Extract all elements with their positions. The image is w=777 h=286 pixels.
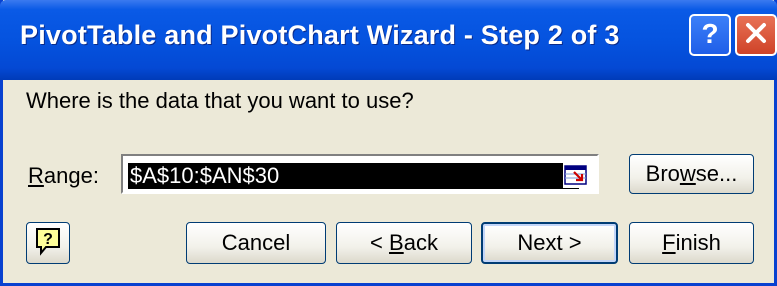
assistant-help-icon: ? — [34, 226, 62, 261]
close-x-icon — [744, 21, 768, 50]
close-button[interactable] — [735, 14, 777, 56]
range-value[interactable]: $A$10:$AN$30 — [128, 163, 580, 189]
range-label: Range: — [28, 163, 99, 189]
prompt-text: Where is the data that you want to use? — [26, 88, 414, 113]
back-label-post: ack — [403, 230, 438, 255]
dialog-body: Where is the data that you want to use? … — [3, 80, 774, 283]
range-label-rest: ange: — [43, 163, 99, 188]
range-collapse-icon[interactable] — [563, 162, 589, 188]
svg-text:?: ? — [701, 18, 718, 48]
back-label-pre: < — [370, 230, 390, 255]
assistant-help-button[interactable]: ? — [26, 222, 70, 264]
browse-label-accesskey: w — [679, 161, 696, 186]
window-title: PivotTable and PivotChart Wizard - Step … — [20, 20, 620, 50]
wizard-dialog: PivotTable and PivotChart Wizard - Step … — [0, 0, 777, 286]
back-button[interactable]: < Back — [336, 222, 472, 264]
browse-label-post: se... — [695, 161, 738, 186]
next-button[interactable]: Next > — [481, 222, 618, 264]
finish-button[interactable]: Finish — [629, 222, 754, 264]
range-input[interactable]: $A$10:$AN$30 — [121, 154, 599, 194]
finish-label-accesskey: F — [662, 230, 676, 255]
range-label-accesskey: R — [28, 163, 44, 188]
cancel-button[interactable]: Cancel — [186, 222, 326, 264]
finish-label-post: inish — [675, 230, 721, 255]
back-label-accesskey: B — [389, 230, 404, 255]
range-input-inner: $A$10:$AN$30 — [125, 158, 595, 190]
browse-button[interactable]: Bro w se... — [629, 154, 754, 194]
svg-text:?: ? — [43, 231, 53, 248]
browse-label-pre: Bro — [645, 161, 680, 186]
help-question-icon: ? — [698, 18, 722, 53]
title-bar[interactable]: PivotTable and PivotChart Wizard - Step … — [0, 0, 777, 80]
help-button[interactable]: ? — [689, 14, 731, 56]
